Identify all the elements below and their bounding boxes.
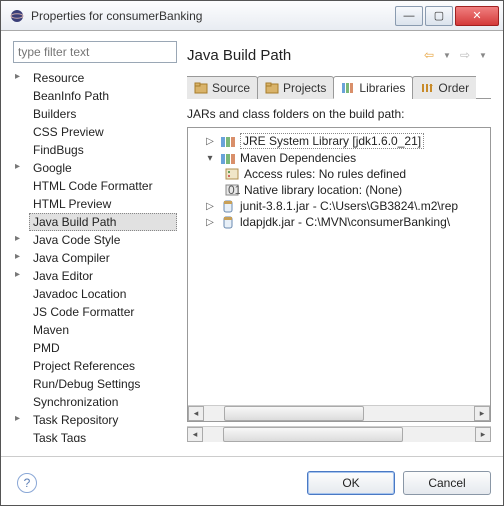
nav-item[interactable]: Run/Debug Settings [29,375,177,393]
page-header: Java Build Path ⇦ ▼ ⇨ ▼ [187,41,491,69]
nav-item[interactable]: BeanInfo Path [29,87,177,105]
projects-icon [265,82,279,94]
cancel-button[interactable]: Cancel [403,471,491,495]
button-bar: ? OK Cancel [1,465,503,505]
right-column: Java Build Path ⇦ ▼ ⇨ ▼ Source Projects [187,41,491,442]
tab-order[interactable]: Order [412,76,476,99]
tab-libraries-label: Libraries [359,81,405,95]
back-icon[interactable]: ⇦ [421,47,437,63]
nav-item[interactable]: Project References [29,357,177,375]
tree-node-native[interactable]: 01 Native library location: (None) [190,182,488,198]
jar-icon [220,215,236,229]
tab-source-label: Source [212,81,250,95]
collapse-icon[interactable]: ▾ [204,153,216,164]
page-title: Java Build Path [187,47,421,64]
nav-item[interactable]: Java Code Style [29,231,177,249]
forward-menu-icon[interactable]: ▼ [475,47,491,63]
page-h-scrollbar[interactable]: ◂ ▸ [187,426,491,442]
nav-item[interactable]: Java Build Path [29,213,177,231]
tree-label: ldapjdk.jar - C:\MVN\consumerBanking\ [240,215,450,229]
expand-icon[interactable]: ▷ [204,201,216,212]
nav-item[interactable]: Builders [29,105,177,123]
libraries-icon [341,82,355,94]
dialog-body: ResourceBeanInfo PathBuildersCSS Preview… [1,31,503,448]
tab-projects[interactable]: Projects [257,76,334,99]
expand-icon[interactable]: ▷ [204,136,216,147]
nav-item[interactable]: HTML Code Formatter [29,177,177,195]
tab-projects-label: Projects [283,81,326,95]
svg-text:01: 01 [228,183,240,197]
scroll-right-icon[interactable]: ▸ [474,406,490,421]
access-rules-icon [224,167,240,181]
history-nav: ⇦ ▼ ⇨ ▼ [421,47,491,63]
close-button[interactable]: ✕ [455,6,499,26]
nav-item[interactable]: Maven [29,321,177,339]
nav-item[interactable]: Google [29,159,177,177]
titlebar[interactable]: Properties for consumerBanking — ▢ ✕ [1,1,503,31]
tree-node-jre[interactable]: ▷ JRE System Library [jdk1.6.0_21] [190,132,488,150]
jar-icon [220,199,236,213]
tab-libraries[interactable]: Libraries [333,76,413,99]
tree-label: Access rules: No rules defined [244,167,406,181]
description-label: JARs and class folders on the build path… [187,107,491,121]
separator [1,456,503,457]
window-title: Properties for consumerBanking [31,9,395,23]
nav-item[interactable]: CSS Preview [29,123,177,141]
nav-item[interactable]: Resource [29,69,177,87]
tab-order-label: Order [438,81,469,95]
tree-label: Native library location: (None) [244,183,402,197]
tab-bar: Source Projects Libraries Order [187,75,491,99]
tab-source[interactable]: Source [187,76,258,99]
maximize-button[interactable]: ▢ [425,6,453,26]
nav-item[interactable]: Task Tags [29,429,177,442]
forward-icon[interactable]: ⇨ [457,47,473,63]
minimize-button[interactable]: — [395,6,423,26]
ok-button[interactable]: OK [307,471,395,495]
nav-item[interactable]: Java Editor [29,267,177,285]
libraries-tree[interactable]: ▷ JRE System Library [jdk1.6.0_21] ▾ Mav… [187,127,491,422]
library-icon [220,134,236,148]
order-icon [420,82,434,94]
source-icon [194,82,208,94]
tree-label: Maven Dependencies [240,151,356,165]
nav-item[interactable]: Java Compiler [29,249,177,267]
scroll-thumb[interactable] [224,406,364,421]
nav-item[interactable]: Javadoc Location [29,285,177,303]
scroll-right-icon[interactable]: ▸ [475,427,491,442]
tree-node-access[interactable]: Access rules: No rules defined [190,166,488,182]
nav-item[interactable]: HTML Preview [29,195,177,213]
scroll-left-icon[interactable]: ◂ [187,427,203,442]
scroll-thumb[interactable] [223,427,403,442]
tree-node-maven[interactable]: ▾ Maven Dependencies [190,150,488,166]
library-icon [220,151,236,165]
tree-label: JRE System Library [jdk1.6.0_21] [240,133,424,149]
back-menu-icon[interactable]: ▼ [439,47,455,63]
tree-node-ldap[interactable]: ▷ ldapjdk.jar - C:\MVN\consumerBanking\ [190,214,488,230]
scroll-left-icon[interactable]: ◂ [188,406,204,421]
expand-icon[interactable]: ▷ [204,217,216,228]
nav-item[interactable]: FindBugs [29,141,177,159]
dialog-window: Properties for consumerBanking — ▢ ✕ Res… [0,0,504,506]
filter-input[interactable] [13,41,177,63]
left-column: ResourceBeanInfo PathBuildersCSS Preview… [13,41,177,442]
tree-label: junit-3.8.1.jar - C:\Users\GB3824\.m2\re… [240,199,458,213]
nav-item[interactable]: PMD [29,339,177,357]
help-icon[interactable]: ? [17,473,37,493]
nav-item[interactable]: Task Repository [29,411,177,429]
window-buttons: — ▢ ✕ [395,6,499,26]
native-lib-icon: 01 [224,183,240,197]
eclipse-icon [9,8,25,24]
tree-node-junit[interactable]: ▷ junit-3.8.1.jar - C:\Users\GB3824\.m2\… [190,198,488,214]
nav-tree[interactable]: ResourceBeanInfo PathBuildersCSS Preview… [13,69,177,442]
nav-item[interactable]: Synchronization [29,393,177,411]
nav-item[interactable]: JS Code Formatter [29,303,177,321]
tree-h-scrollbar[interactable]: ◂ ▸ [188,405,490,421]
